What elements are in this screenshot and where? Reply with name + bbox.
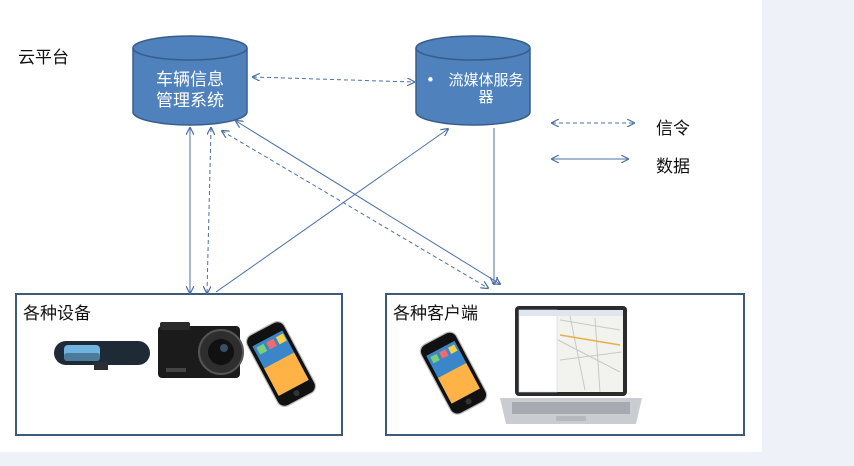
media-server-label: • 流媒体服务器 xyxy=(416,72,530,106)
legend-data-label: 数据 xyxy=(656,157,690,177)
data-arrow-system-clients xyxy=(236,121,500,284)
laptop-image xyxy=(500,306,642,424)
vehicle-system-label: 车辆信息 管理系统 xyxy=(133,70,247,112)
media-server-text: 流媒体服务器 xyxy=(448,71,524,106)
rearview-mirror-recorder-image xyxy=(54,341,150,370)
dash-camera-image xyxy=(158,322,244,378)
signal-arrow-system-clients xyxy=(222,131,488,288)
legend-signal-label: 信令 xyxy=(656,119,690,139)
signal-arrow-system-server xyxy=(253,77,414,82)
vehicle-system-text: 车辆信息 管理系统 xyxy=(156,70,224,111)
device-smartphone-image xyxy=(245,321,317,407)
signal-arrow-system-devices xyxy=(207,128,211,293)
client-smartphone-image xyxy=(419,331,488,415)
architecture-diagram xyxy=(54,35,642,424)
media-server-bullet: • xyxy=(426,71,435,89)
data-arrow-devices-server xyxy=(215,129,448,293)
